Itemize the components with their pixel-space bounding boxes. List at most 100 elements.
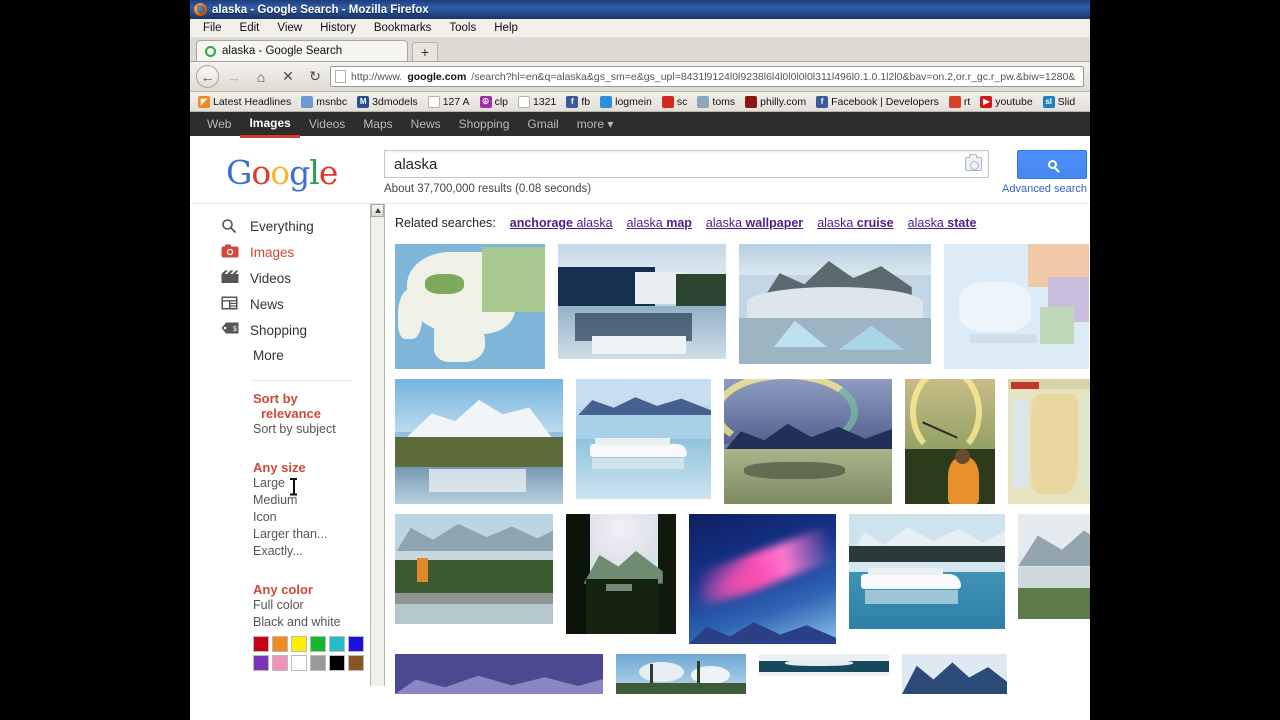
chevron-down-icon: ▾ <box>607 117 614 131</box>
image-result-alaska-map-green[interactable] <box>395 244 545 369</box>
image-result-aurora-borealis[interactable] <box>689 514 836 644</box>
stop-icon[interactable]: ✕ <box>276 66 300 88</box>
nav-shopping[interactable]: Shopping <box>450 112 519 136</box>
sidebar-item-more[interactable]: More <box>190 343 375 368</box>
image-result-alaska-map-blue[interactable] <box>944 244 1089 369</box>
sidebar-item-everything[interactable]: Everything <box>190 213 375 239</box>
tab-strip: alaska - Google Search + <box>190 38 1090 62</box>
image-result-glacier-icebergs[interactable] <box>739 244 931 364</box>
nav-web[interactable]: Web <box>198 112 240 136</box>
image-result-spruce-sky[interactable] <box>616 654 746 694</box>
filter-option[interactable]: Large <box>253 475 375 492</box>
reload-icon[interactable]: ↻ <box>303 66 327 88</box>
sidebar-item-news[interactable]: News <box>190 291 375 317</box>
image-result-purple-mountains[interactable] <box>395 654 603 694</box>
bookmark-item[interactable]: ◤ Latest Headlines <box>195 95 294 108</box>
bookmark-item[interactable]: f fb <box>563 95 593 108</box>
google-logo[interactable]: Google <box>190 156 370 189</box>
bookmark-item[interactable]: f Facebook | Developers <box>813 95 942 108</box>
image-result-rainbow-mountains[interactable] <box>724 379 892 504</box>
sidebar-item-images[interactable]: Images <box>190 239 375 265</box>
camera-icon[interactable] <box>965 154 982 171</box>
menu-bookmarks[interactable]: Bookmarks <box>365 21 441 35</box>
color-swatch[interactable] <box>253 636 269 652</box>
bookmark-item[interactable]: 1321 <box>515 95 559 108</box>
image-result-dark-valley[interactable] <box>566 514 676 634</box>
nav-videos[interactable]: Videos <box>300 112 354 136</box>
image-result-fisherman-rainbow[interactable] <box>905 379 995 504</box>
back-button[interactable]: ← <box>196 65 219 88</box>
bookmark-item[interactable]: sl Slid <box>1040 95 1079 108</box>
advanced-search-link[interactable]: Advanced search <box>1002 183 1087 195</box>
image-result-blue-peaks[interactable] <box>902 654 1007 694</box>
color-swatch[interactable] <box>272 636 288 652</box>
related-search-link[interactable]: alaska state <box>908 216 977 230</box>
bookmark-item[interactable]: 127 A <box>425 95 473 108</box>
color-swatch[interactable] <box>348 636 364 652</box>
nav-more[interactable]: more ▾ <box>568 112 623 136</box>
image-result-fjord-reflection[interactable] <box>558 244 726 359</box>
color-swatch[interactable] <box>329 636 345 652</box>
url-bar[interactable]: http://www. google.com/search?hl=en&q=ala… <box>330 66 1084 87</box>
filter-option[interactable]: Black and white <box>253 614 375 631</box>
sidebar-item-videos[interactable]: Videos <box>190 265 375 291</box>
filter-heading[interactable]: Any size <box>253 460 375 475</box>
bookmark-item[interactable]: toms <box>694 95 738 108</box>
filter-heading[interactable]: Any color <box>253 582 375 597</box>
menu-view[interactable]: View <box>268 21 311 35</box>
color-swatch[interactable] <box>310 636 326 652</box>
related-search-link[interactable]: alaska wallpaper <box>706 216 803 230</box>
filter-option[interactable]: Full color <box>253 597 375 614</box>
scroll-up-arrow[interactable] <box>371 204 384 217</box>
sidebar-item-shopping[interactable]: $ Shopping <box>190 317 375 343</box>
image-result-cruise-ship-glacier[interactable] <box>576 379 711 499</box>
related-search-link[interactable]: alaska cruise <box>817 216 893 230</box>
search-button[interactable] <box>1017 150 1087 179</box>
image-result-glacier-forest[interactable] <box>395 514 553 624</box>
color-swatch[interactable] <box>291 655 307 671</box>
image-result-alaska-tourist-map[interactable] <box>1008 379 1090 504</box>
search-input[interactable]: alaska <box>384 150 989 178</box>
nav-maps[interactable]: Maps <box>354 112 401 136</box>
menu-edit[interactable]: Edit <box>231 21 269 35</box>
color-swatch[interactable] <box>329 655 345 671</box>
filter-heading[interactable]: Sort by relevance <box>253 391 375 421</box>
menu-history[interactable]: History <box>311 21 365 35</box>
filter-option[interactable]: Icon <box>253 509 375 526</box>
color-swatch[interactable] <box>291 636 307 652</box>
filter-option[interactable]: Larger than... <box>253 526 375 543</box>
menu-file[interactable]: File <box>194 21 231 35</box>
image-grid-row <box>395 379 1090 504</box>
menu-help[interactable]: Help <box>485 21 527 35</box>
image-result-iceberg-strip[interactable] <box>759 654 889 676</box>
nav-images[interactable]: Images <box>240 111 300 138</box>
bookmark-item[interactable]: ▶ youtube <box>977 95 1035 108</box>
bookmark-item[interactable]: M 3dmodels <box>354 95 421 108</box>
color-swatch[interactable] <box>310 655 326 671</box>
color-swatch[interactable] <box>272 655 288 671</box>
color-swatch[interactable] <box>348 655 364 671</box>
filter-heading-line2: relevance <box>261 406 321 421</box>
image-result-glacier-partial[interactable] <box>1018 514 1090 619</box>
bookmark-item[interactable]: philly.com <box>742 95 809 108</box>
nav-gmail[interactable]: Gmail <box>518 112 567 136</box>
related-search-link[interactable]: anchorage alaska <box>510 216 613 230</box>
filter-option[interactable]: Medium <box>253 492 375 509</box>
nav-news[interactable]: News <box>402 112 450 136</box>
bookmark-item[interactable]: sc <box>659 95 691 108</box>
image-result-cruise-glacier-bay[interactable] <box>849 514 1005 629</box>
bookmark-item[interactable]: ☮ clp <box>477 95 511 108</box>
menu-tools[interactable]: Tools <box>440 21 485 35</box>
filter-option[interactable]: Exactly... <box>253 543 375 560</box>
vertical-scrollbar[interactable] <box>370 204 385 686</box>
home-icon[interactable]: ⌂ <box>249 66 273 88</box>
filter-option[interactable]: Sort by subject <box>253 421 375 438</box>
bookmark-item[interactable]: msnbc <box>298 95 350 108</box>
new-tab-button[interactable]: + <box>412 42 438 61</box>
browser-tab[interactable]: alaska - Google Search <box>196 40 408 61</box>
bookmark-item[interactable]: logmein <box>597 95 655 108</box>
color-swatch[interactable] <box>253 655 269 671</box>
related-search-link[interactable]: alaska map <box>627 216 692 230</box>
bookmark-item[interactable]: rt <box>946 95 973 108</box>
image-result-denali-reflection[interactable] <box>395 379 563 504</box>
